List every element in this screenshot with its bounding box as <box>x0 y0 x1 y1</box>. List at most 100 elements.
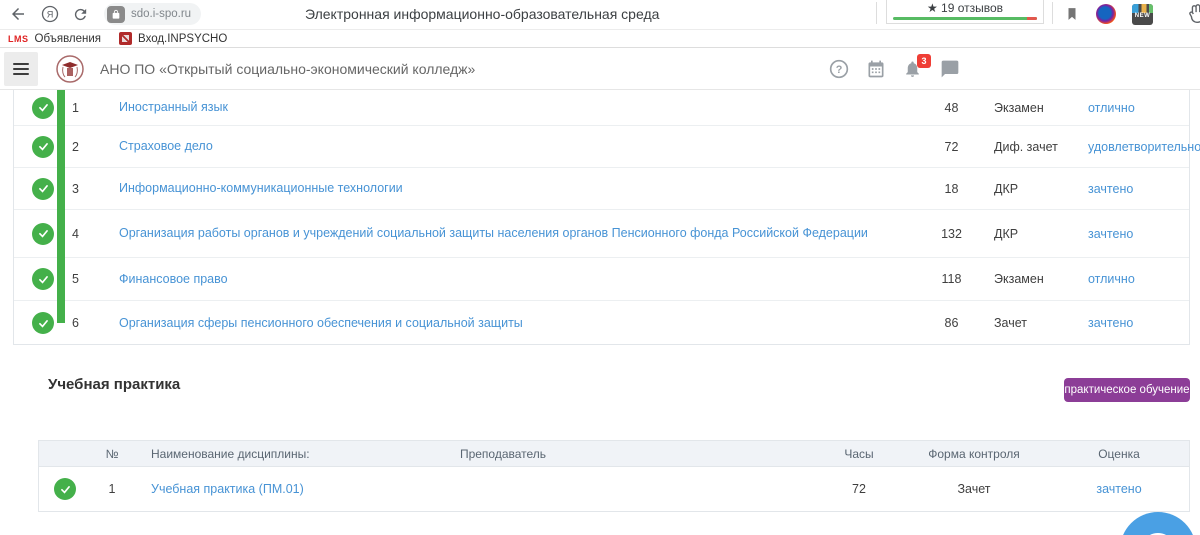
practice-training-badge[interactable]: практическое обучение <box>1064 378 1190 402</box>
hours-value: 72 <box>909 140 994 154</box>
app-header: АНО ПО «Открытый социально-экономический… <box>0 48 1200 90</box>
url-text: sdo.i-spo.ru <box>131 8 191 20</box>
course-link[interactable]: Организация работы органов и учреждений … <box>119 226 868 240</box>
completed-check-icon <box>32 97 54 119</box>
yandex-icon[interactable]: Я <box>38 2 62 26</box>
grade-link[interactable]: отлично <box>1088 272 1135 286</box>
bookmark-item-announcements[interactable]: LMS Объявления <box>8 33 101 45</box>
college-logo <box>55 54 85 84</box>
extension-art <box>1132 4 1153 13</box>
control-form: ДКР <box>994 182 1074 196</box>
calendar-icon[interactable] <box>866 59 886 79</box>
completed-check-icon <box>54 478 76 500</box>
table-row: 4 Организация работы органов и учреждени… <box>14 210 1189 258</box>
table-header-row: № Наименование дисциплины: Преподаватель… <box>39 441 1189 467</box>
course-link[interactable]: Страховое дело <box>119 139 213 153</box>
toolbar-divider <box>876 2 877 24</box>
reviews-label: ★ 19 отзывов <box>927 1 1003 15</box>
hand-icon[interactable] <box>1186 2 1200 26</box>
college-name: АНО ПО «Открытый социально-экономический… <box>100 61 475 77</box>
hours-value: 118 <box>909 272 994 286</box>
toolbar-divider <box>1052 2 1053 24</box>
bookmark-item-inpsycho[interactable]: Вход.INPSYCHO <box>119 32 227 45</box>
control-form: ДКР <box>994 227 1074 241</box>
header-control: Форма контроля <box>899 447 1049 461</box>
course-link[interactable]: Организация сферы пенсионного обеспечени… <box>119 316 523 330</box>
table-row: 5 Финансовое право 118 Экзамен отлично <box>14 258 1189 301</box>
extension-new-label: NEW <box>1132 13 1153 19</box>
table-row: 6 Организация сферы пенсионного обеспече… <box>14 301 1189 345</box>
back-icon[interactable] <box>6 2 30 26</box>
help-icon[interactable]: ? <box>829 59 849 79</box>
control-form: Зачет <box>994 316 1074 330</box>
completed-check-icon <box>32 312 54 334</box>
completed-check-icon <box>32 178 54 200</box>
hours-value: 72 <box>819 482 899 496</box>
table-row: 3 Информационно-коммуникационные техноло… <box>14 168 1189 210</box>
hours-value: 86 <box>909 316 994 330</box>
hours-value: 48 <box>909 101 994 115</box>
svg-text:?: ? <box>836 64 843 76</box>
control-form: Экзамен <box>994 101 1074 115</box>
row-number: 5 <box>72 272 102 286</box>
completed-check-icon <box>32 136 54 158</box>
grade-link[interactable]: зачтено <box>1096 482 1141 496</box>
refresh-icon[interactable] <box>68 2 92 26</box>
bookmark-label: Объявления <box>35 33 102 45</box>
row-number: 6 <box>72 316 102 330</box>
control-form: Экзамен <box>994 272 1074 286</box>
grade-link[interactable]: зачтено <box>1088 316 1133 330</box>
notifications-bell-icon[interactable]: 3 <box>903 59 923 79</box>
bookmarks-bar: LMS Объявления Вход.INPSYCHO <box>0 30 1200 48</box>
practice-course-link[interactable]: Учебная практика (ПМ.01) <box>151 482 304 496</box>
reviews-rating-bar <box>893 17 1037 20</box>
menu-hamburger-button[interactable] <box>4 52 38 86</box>
table-row: 1 Иностранный язык 48 Экзамен отлично <box>14 90 1189 126</box>
hours-value: 18 <box>909 182 994 196</box>
lms-favicon: LMS <box>8 34 29 44</box>
table-row: 1 Учебная практика (ПМ.01) 72 Зачет зачт… <box>39 467 1189 511</box>
hours-value: 132 <box>909 227 994 241</box>
grade-link[interactable]: удовлетворительно <box>1088 140 1200 154</box>
control-form: Диф. зачет <box>994 140 1074 154</box>
messages-icon[interactable] <box>940 59 960 79</box>
grade-link[interactable]: зачтено <box>1088 227 1133 241</box>
completed-check-icon <box>32 223 54 245</box>
table-row: 2 Страховое дело 72 Диф. зачет удовлетво… <box>14 126 1189 168</box>
grade-link[interactable]: зачтено <box>1088 182 1133 196</box>
header-teacher: Преподаватель <box>373 447 633 461</box>
header-discipline: Наименование дисциплины: <box>133 447 373 461</box>
header-icons: ? 3 <box>829 59 960 79</box>
course-link[interactable]: Финансовое право <box>119 272 228 286</box>
row-number: 3 <box>72 182 102 196</box>
control-form: Зачет <box>899 482 1049 496</box>
header-num: № <box>91 447 133 461</box>
inpsycho-favicon <box>119 32 132 45</box>
header-hours: Часы <box>819 447 899 461</box>
row-number: 1 <box>91 482 133 496</box>
practice-table: № Наименование дисциплины: Преподаватель… <box>38 440 1190 512</box>
courses-table: 1 Иностранный язык 48 Экзамен отлично 2 … <box>13 90 1190 345</box>
row-number: 4 <box>72 227 102 241</box>
row-number: 1 <box>72 101 102 115</box>
grade-link[interactable]: отлично <box>1088 101 1135 115</box>
reviews-button[interactable]: ★ 19 отзывов <box>886 0 1044 24</box>
lock-icon <box>107 6 125 23</box>
page-tab-title: Электронная информационно-образовательна… <box>305 6 659 22</box>
bookmark-icon[interactable] <box>1060 2 1084 26</box>
header-grade: Оценка <box>1049 447 1189 461</box>
course-link[interactable]: Иностранный язык <box>119 100 228 114</box>
svg-text:Я: Я <box>47 9 54 19</box>
chat-widget-button[interactable] <box>1120 512 1196 535</box>
completed-check-icon <box>32 268 54 290</box>
bookmark-label: Вход.INPSYCHO <box>138 33 227 45</box>
row-number: 2 <box>72 140 102 154</box>
screen: Я sdo.i-spo.ru Электронная информационно… <box>0 0 1200 535</box>
notification-count-badge: 3 <box>917 54 931 68</box>
extension-new-icon[interactable]: NEW <box>1132 4 1153 25</box>
course-link[interactable]: Информационно-коммуникационные технологи… <box>119 181 403 195</box>
section-title-practice: Учебная практика <box>48 376 180 393</box>
browser-extension-icon[interactable] <box>1096 4 1116 24</box>
browser-toolbar: Я sdo.i-spo.ru Электронная информационно… <box>0 0 1200 30</box>
address-bar[interactable]: sdo.i-spo.ru <box>104 3 201 25</box>
